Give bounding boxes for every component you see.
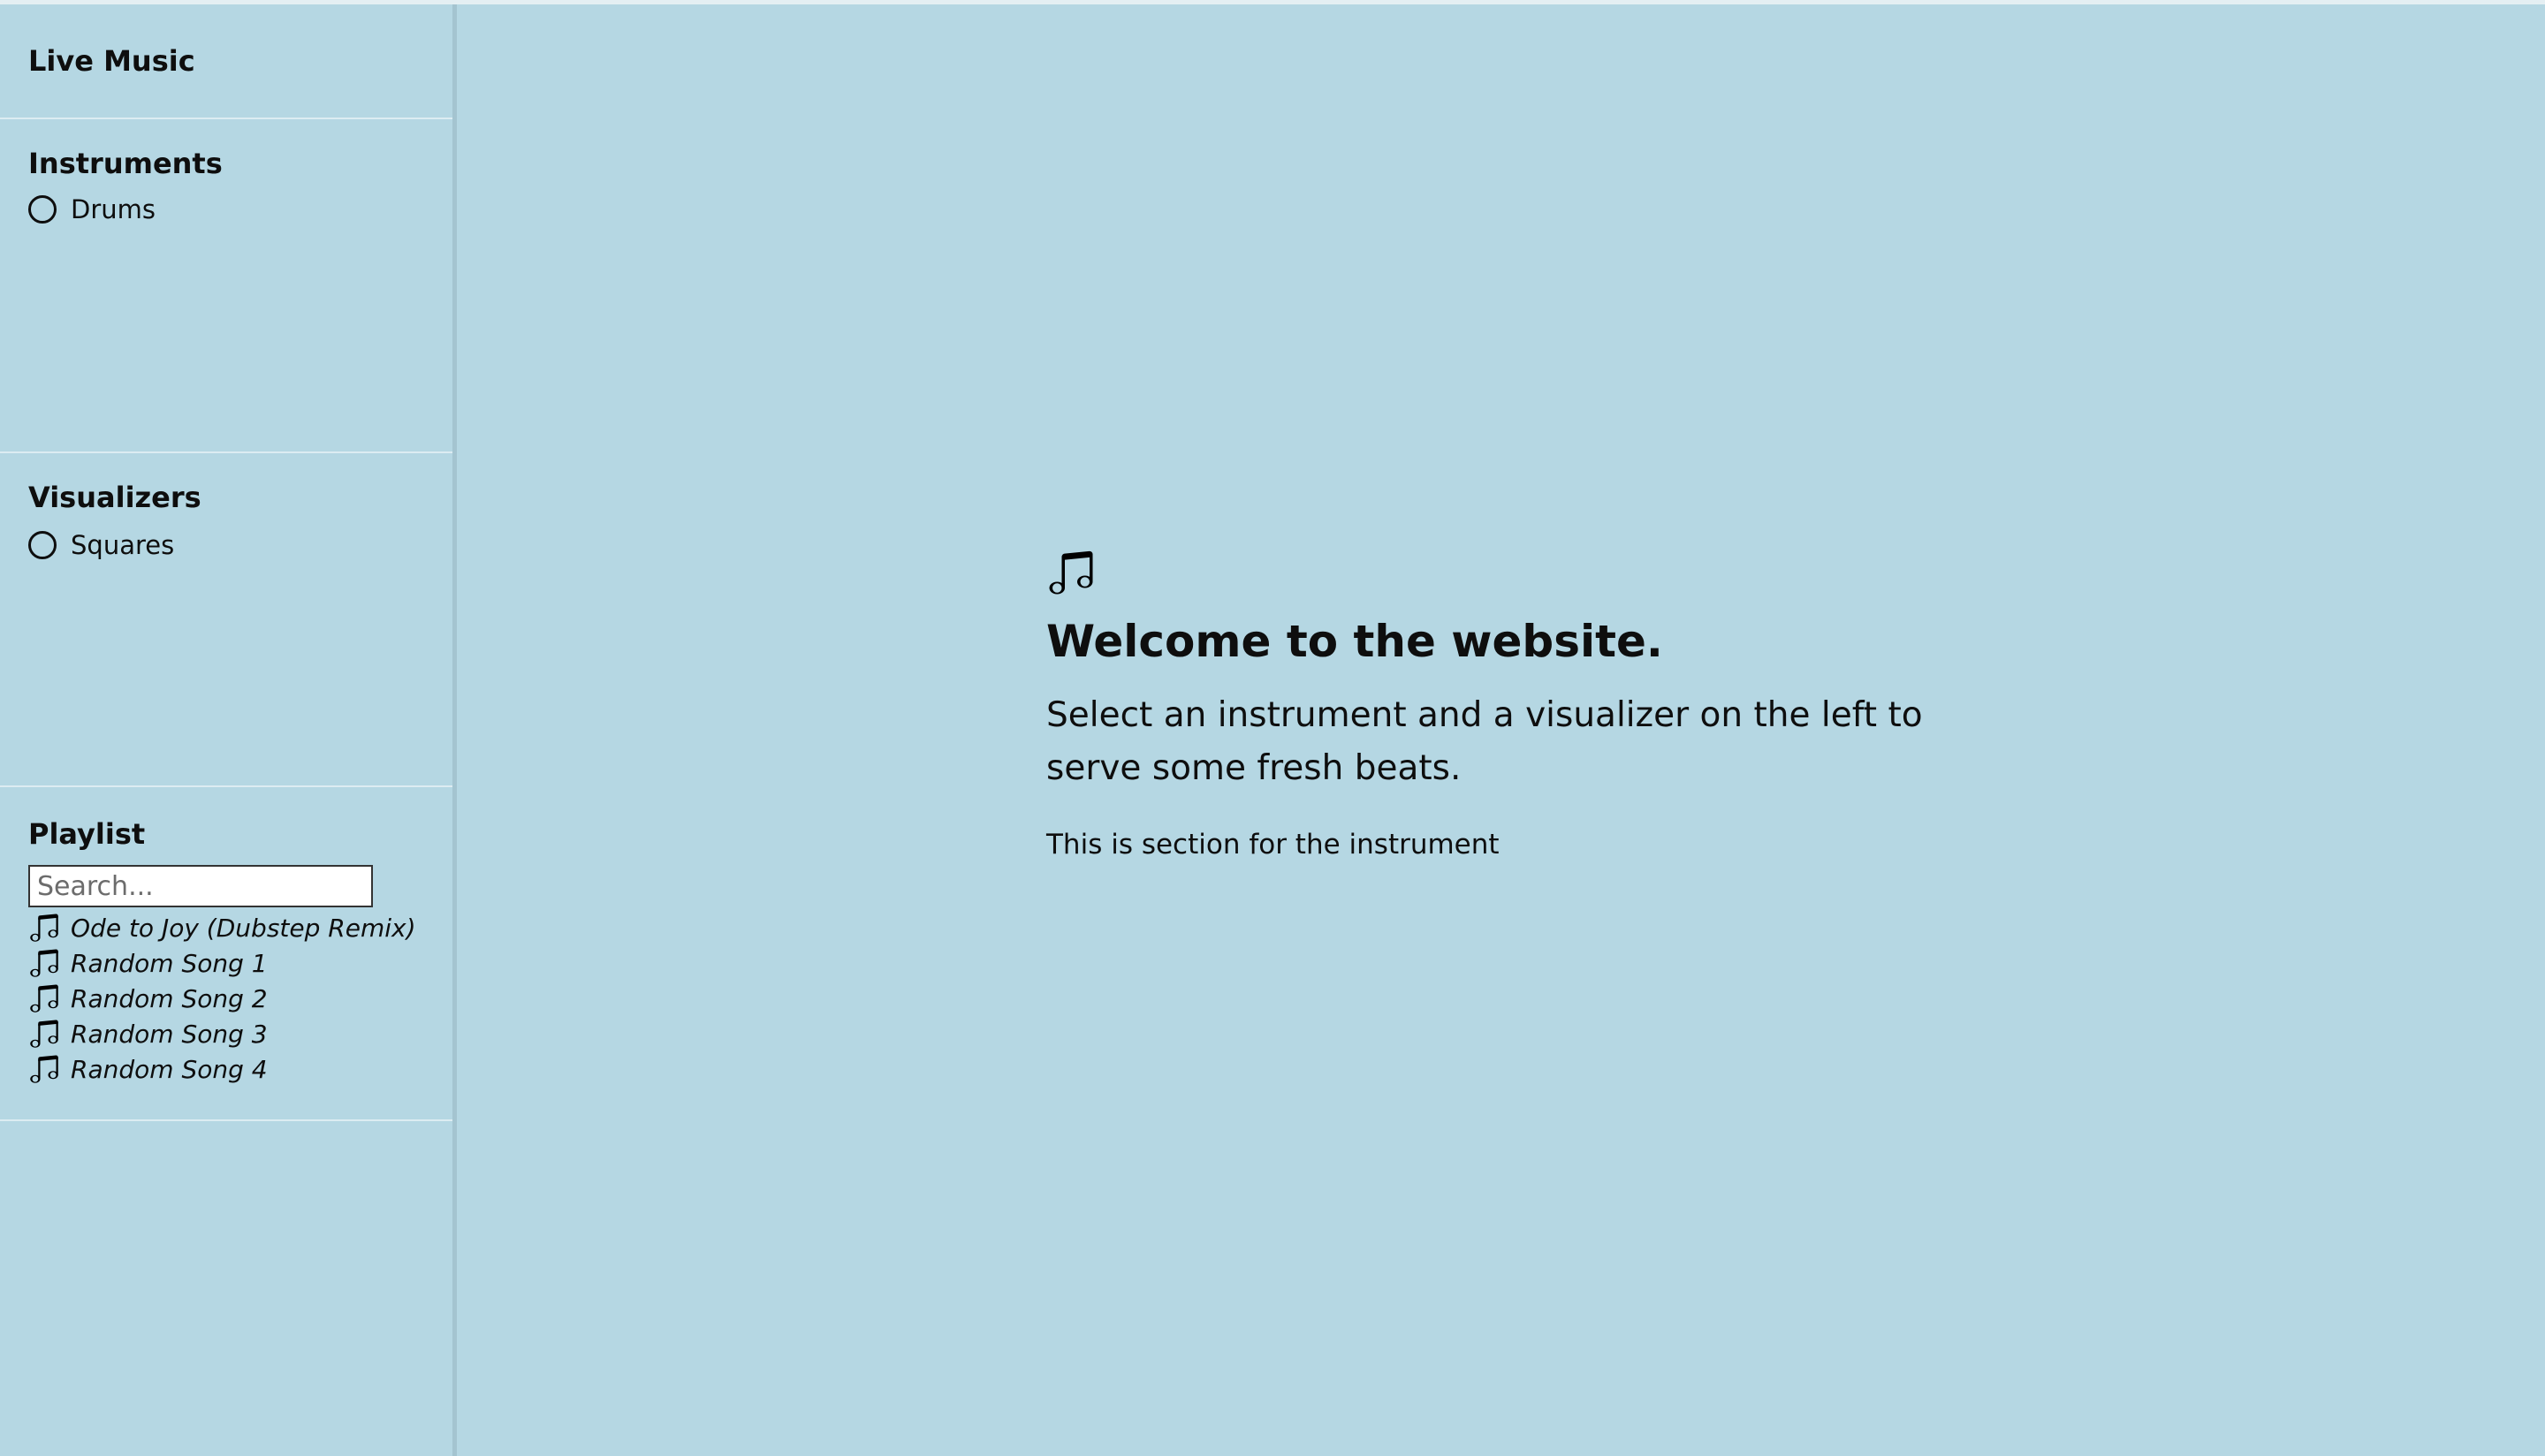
song-title: Random Song 1 [71, 948, 268, 978]
visualizers-heading: Visualizers [28, 481, 201, 514]
radio-button[interactable] [28, 195, 57, 224]
music-note-icon [1049, 550, 1093, 595]
sidebar-header: Live Music [0, 4, 452, 119]
playlist-item[interactable]: Random Song 3 [28, 1016, 268, 1051]
visualizers-section: Visualizers Squares [0, 453, 452, 787]
instruments-heading: Instruments [28, 147, 223, 180]
song-title: Random Song 3 [71, 1019, 268, 1049]
visualizer-option-squares[interactable]: Squares [28, 527, 174, 563]
music-note-icon [30, 984, 58, 1012]
playlist-search-input[interactable] [28, 865, 373, 907]
song-title: Random Song 4 [71, 1054, 268, 1084]
playlist-item[interactable]: Random Song 4 [28, 1051, 268, 1087]
song-title: Ode to Joy (Dubstep Remix) [71, 913, 416, 943]
playlist-item[interactable]: Random Song 1 [28, 945, 268, 981]
welcome-text: Select an instrument and a visualizer on… [1046, 695, 1923, 788]
music-note-icon [30, 1020, 58, 1048]
visualizer-label: Squares [71, 530, 175, 560]
playlist-section: Playlist Ode to Joy (Dubstep Remix) Rand… [0, 787, 452, 1121]
instrument-section-text: This is section for the instrument [1046, 829, 1500, 861]
sidebar: Live Music Instruments Drums Visualizers… [0, 4, 457, 1456]
playlist-heading: Playlist [28, 817, 146, 851]
music-note-icon [30, 949, 58, 977]
welcome-title: Welcome to the website. [1046, 616, 1663, 667]
music-note-icon [30, 1055, 58, 1083]
main-content: Welcome to the website. Select an instru… [457, 4, 2545, 1456]
song-title: Random Song 2 [71, 983, 268, 1013]
playlist-item[interactable]: Ode to Joy (Dubstep Remix) [28, 910, 416, 945]
instruments-section: Instruments Drums [0, 119, 452, 453]
instrument-label: Drums [71, 194, 156, 224]
app-title: Live Music [28, 44, 195, 78]
instrument-option-drums[interactable]: Drums [28, 192, 156, 227]
playlist-item[interactable]: Random Song 2 [28, 981, 268, 1016]
music-note-icon [30, 914, 58, 942]
radio-button[interactable] [28, 531, 57, 559]
